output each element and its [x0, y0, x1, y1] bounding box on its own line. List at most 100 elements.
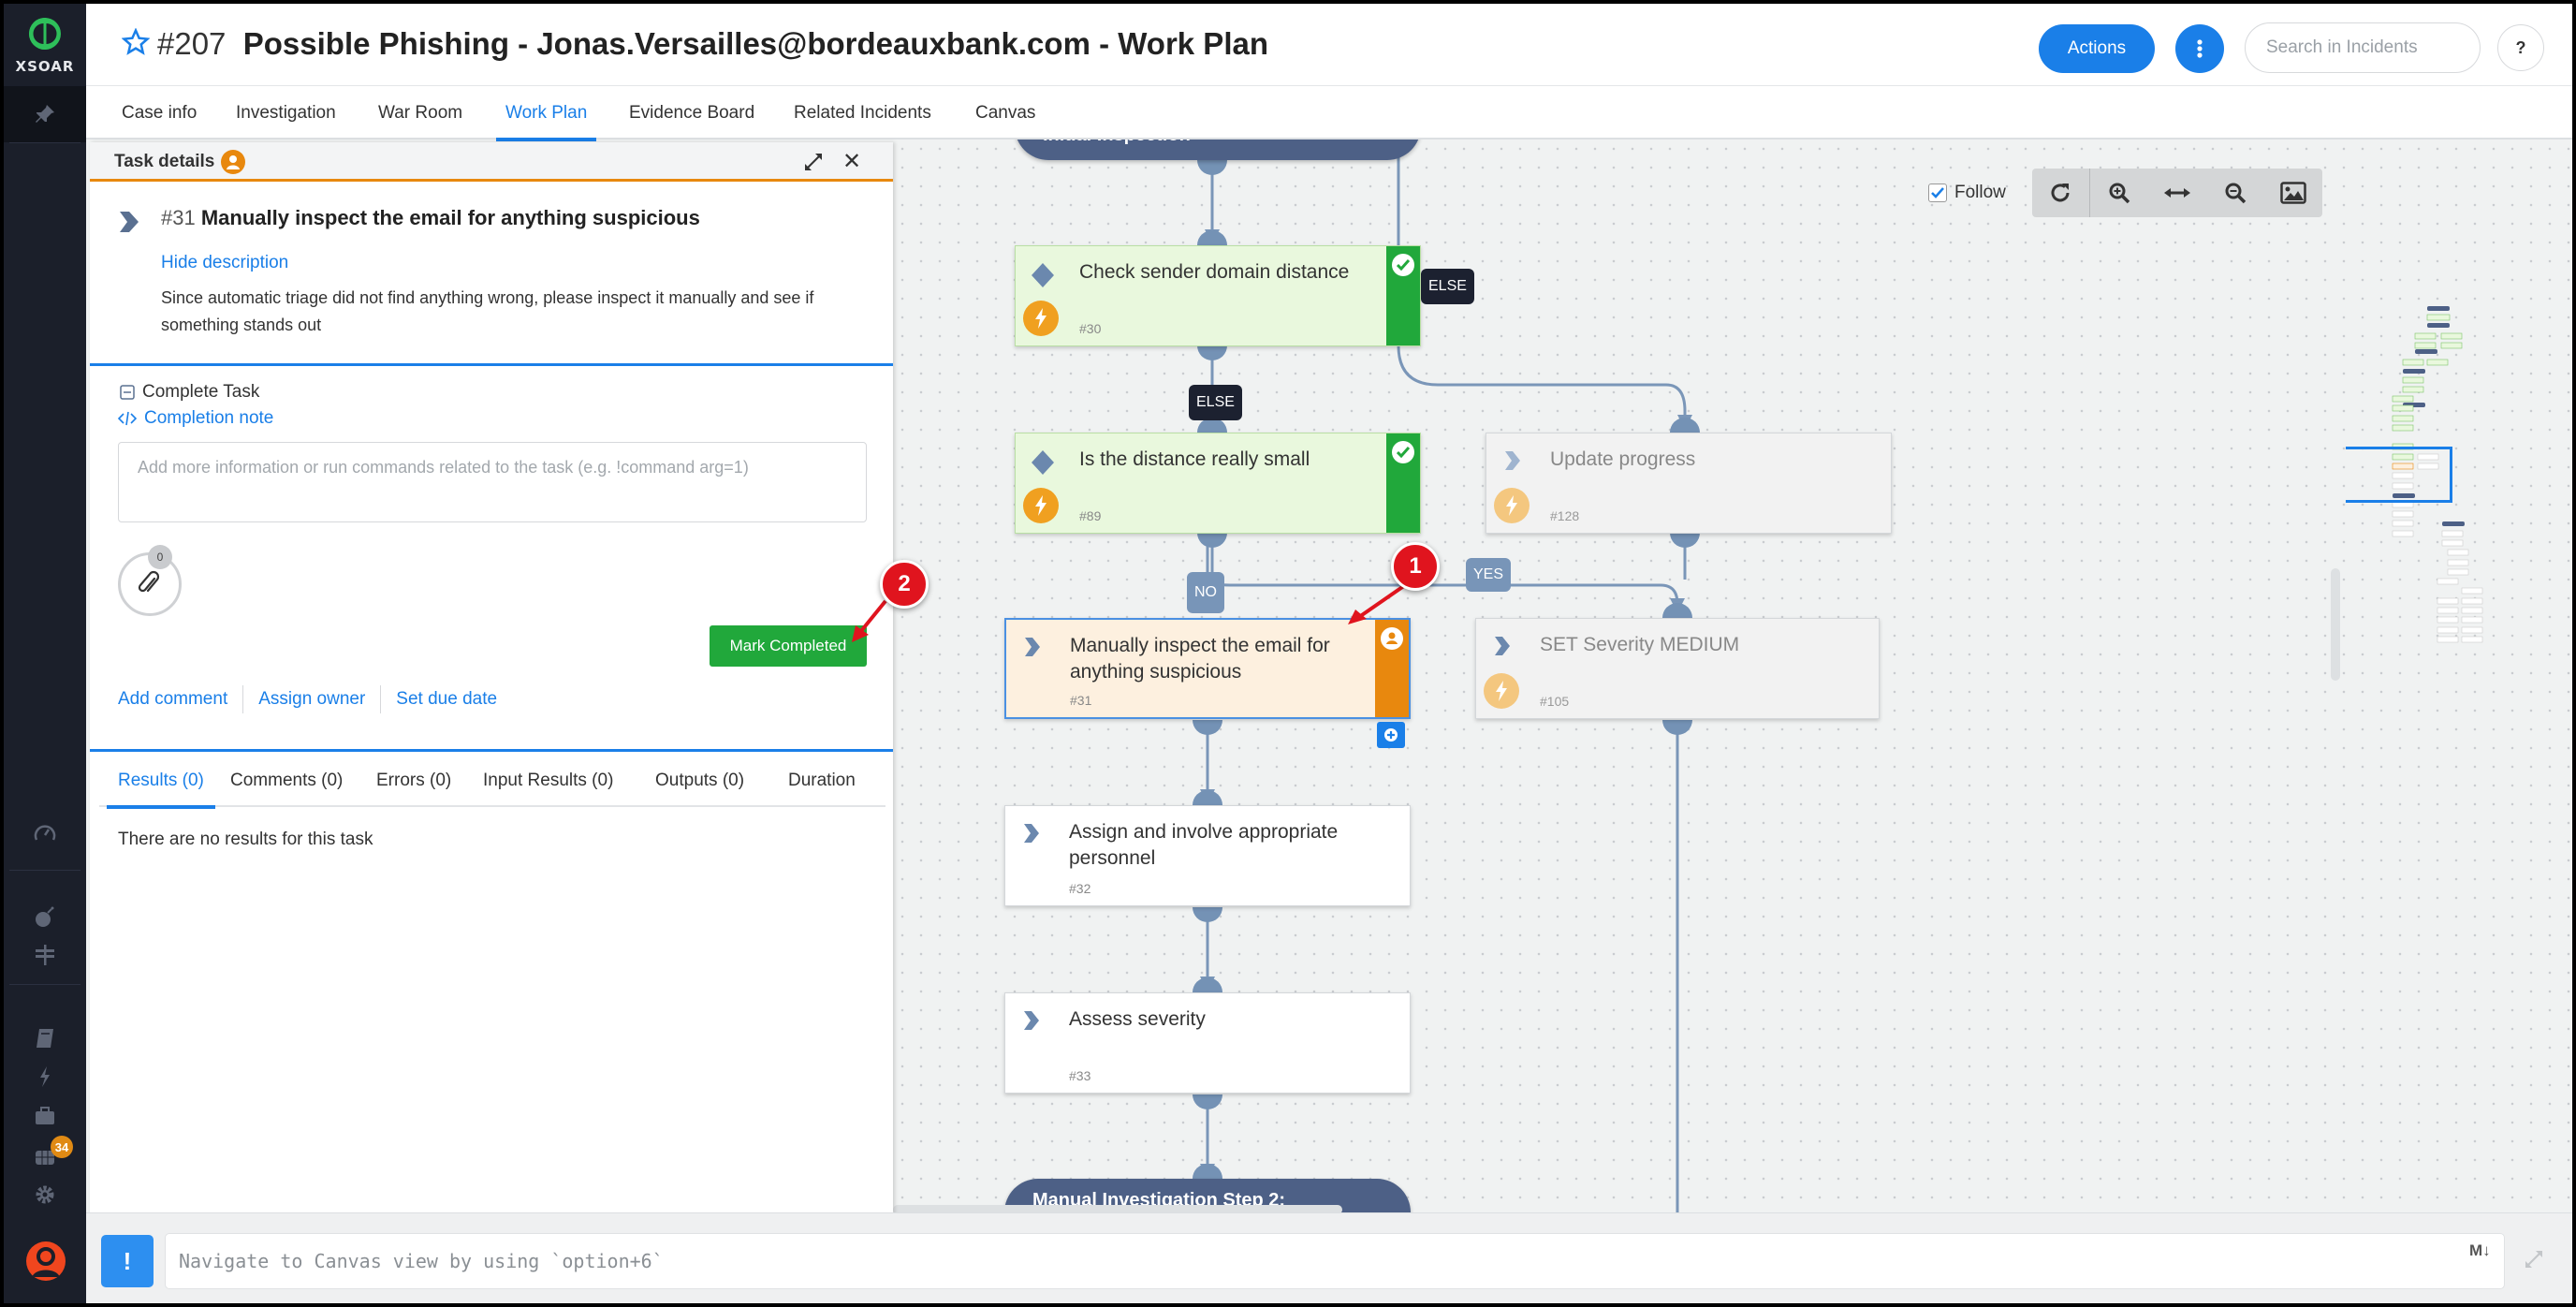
owner-icon	[221, 150, 245, 174]
sidebar-item-incidents[interactable]	[4, 899, 86, 936]
sidebar-item-settings[interactable]	[4, 1176, 86, 1213]
sidebar-item-pin[interactable]	[4, 86, 86, 142]
fit-width-icon	[2163, 188, 2190, 198]
tab-input-results[interactable]: Input Results (0)	[483, 755, 613, 807]
tab-evidence-board[interactable]: Evidence Board	[629, 86, 754, 140]
tab-comments[interactable]: Comments (0)	[230, 755, 343, 807]
markdown-icon[interactable]: M↓	[2469, 1241, 2491, 1260]
task-details-header: Task details ✕	[90, 142, 893, 182]
add-comment-link[interactable]: Add comment	[118, 685, 242, 713]
close-icon[interactable]: ✕	[842, 148, 861, 175]
expand-icon[interactable]	[2524, 1249, 2544, 1270]
result-tabs: Results (0) Comments (0) Errors (0) Inpu…	[99, 755, 886, 809]
canvas-toolbar: Follow	[1928, 169, 2322, 217]
sidebar-item-indicators[interactable]	[4, 936, 86, 974]
task-node-33[interactable]: Assess severity #33	[1004, 992, 1411, 1094]
chevron-right-icon	[1024, 1011, 1039, 1030]
command-mode-button[interactable]: !	[101, 1235, 154, 1287]
follow-label: Follow	[1954, 183, 2006, 202]
tab-duration[interactable]: Duration	[788, 755, 856, 807]
task-title: SET Severity MEDIUM	[1540, 634, 1740, 655]
export-image-button[interactable]	[2264, 169, 2322, 217]
actions-button[interactable]: Actions	[2039, 24, 2155, 73]
zoom-out-icon	[2225, 183, 2247, 204]
star-icon[interactable]	[122, 28, 150, 56]
tab-results[interactable]: Results (0)	[107, 755, 215, 809]
fit-width-button[interactable]	[2148, 169, 2206, 217]
expand-icon[interactable]	[803, 152, 824, 172]
avatar-icon	[32, 1247, 60, 1277]
edge-label-else: ELSE	[1189, 385, 1242, 420]
task-node-32[interactable]: Assign and involve appropriate personnel…	[1004, 805, 1411, 906]
zoom-in-button[interactable]	[2090, 169, 2148, 217]
search-incidents-input[interactable]	[2245, 22, 2481, 73]
chevron-right-icon	[1505, 451, 1520, 470]
help-button[interactable]: ?	[2497, 24, 2544, 71]
annotation-arrow	[852, 599, 887, 642]
task-title: Check sender domain distance	[1079, 261, 1350, 283]
sidebar-divider	[9, 142, 80, 143]
tab-related-incidents[interactable]: Related Incidents	[794, 86, 931, 140]
refresh-button[interactable]	[2032, 169, 2090, 217]
task-node-89[interactable]: Is the distance really small #89	[1015, 433, 1421, 534]
task-details-panel: Task details ✕ #31 Manually inspect the …	[90, 142, 893, 1216]
zoom-out-button[interactable]	[2206, 169, 2264, 217]
complete-task-toggle[interactable]: Complete Task	[120, 382, 259, 403]
task-title: Is the distance really small	[1079, 448, 1310, 470]
tab-war-room[interactable]: War Room	[378, 86, 462, 140]
sidebar-item-automation[interactable]	[4, 1058, 86, 1095]
task-title: Manually inspect the email for anything …	[1070, 635, 1330, 683]
task-node-31[interactable]: Manually inspect the email for anything …	[1004, 618, 1411, 719]
workplan-canvas[interactable]: Initial Inspection Check sender domain d…	[893, 140, 2572, 1216]
sidebar-item-dashboard[interactable]	[4, 815, 86, 852]
sidebar-item-playbooks[interactable]	[4, 1020, 86, 1057]
mark-completed-button[interactable]: Mark Completed	[710, 625, 867, 667]
tab-work-plan[interactable]: Work Plan	[495, 86, 597, 141]
task-node-128[interactable]: Update progress #128	[1486, 433, 1892, 534]
sidebar-divider	[9, 984, 80, 985]
task-node-30[interactable]: Check sender domain distance #30	[1015, 245, 1421, 346]
paperclip-icon	[138, 570, 160, 593]
user-avatar[interactable]	[26, 1241, 66, 1281]
completed-check-icon	[1392, 254, 1414, 276]
marketplace-badge: 34	[51, 1136, 73, 1158]
gear-icon	[36, 1185, 54, 1204]
more-options-button[interactable]	[2175, 24, 2224, 73]
follow-checkbox[interactable]: Follow	[1928, 183, 2006, 203]
task-id: #30	[1079, 321, 1102, 336]
complete-task-label: Complete Task	[142, 382, 260, 402]
completion-note-toggle[interactable]: Completion note	[118, 408, 273, 429]
sidebar-item-jobs[interactable]	[4, 1097, 86, 1135]
command-input[interactable]	[165, 1233, 2505, 1289]
incident-tabs: Case info Investigation War Room Work Pl…	[86, 86, 2572, 141]
plus-circle-icon	[1384, 728, 1398, 742]
add-task-button[interactable]	[1377, 722, 1405, 748]
minimap-scrollbar[interactable]	[2331, 568, 2340, 681]
assign-owner-link[interactable]: Assign owner	[242, 685, 380, 713]
minimap-viewport[interactable]	[2346, 447, 2452, 503]
task-node-105[interactable]: SET Severity MEDIUM #105	[1475, 618, 1880, 719]
task-id: #105	[1540, 694, 1570, 709]
pin-icon	[36, 105, 54, 123]
task-title: Update progress	[1550, 448, 1696, 470]
chevron-right-icon	[1495, 637, 1510, 655]
tab-canvas[interactable]: Canvas	[975, 86, 1035, 140]
edge-label-no: NO	[1187, 572, 1224, 613]
xsoar-logo[interactable]: XSOAR	[4, 4, 86, 86]
tab-errors[interactable]: Errors (0)	[376, 755, 451, 807]
annotation-marker-2: 2	[880, 560, 929, 609]
incident-title: Possible Phishing - Jonas.Versailles@bor…	[242, 26, 1269, 61]
lightning-icon	[1506, 495, 1517, 516]
tab-case-info[interactable]: Case info	[122, 86, 197, 140]
tab-outputs[interactable]: Outputs (0)	[655, 755, 744, 807]
sidebar-item-marketplace[interactable]	[4, 1137, 86, 1174]
completion-note-input[interactable]	[118, 442, 867, 522]
tab-investigation[interactable]: Investigation	[236, 86, 336, 140]
lightning-icon	[1035, 308, 1046, 329]
condition-diamond-icon	[1032, 263, 1054, 287]
section-initial-inspection[interactable]: Initial Inspection	[1015, 140, 1421, 160]
section-title: Initial Inspection	[1043, 140, 1191, 146]
set-due-date-link[interactable]: Set due date	[380, 685, 512, 713]
lightning-icon	[40, 1066, 50, 1087]
hide-description-link[interactable]: Hide description	[161, 253, 288, 273]
